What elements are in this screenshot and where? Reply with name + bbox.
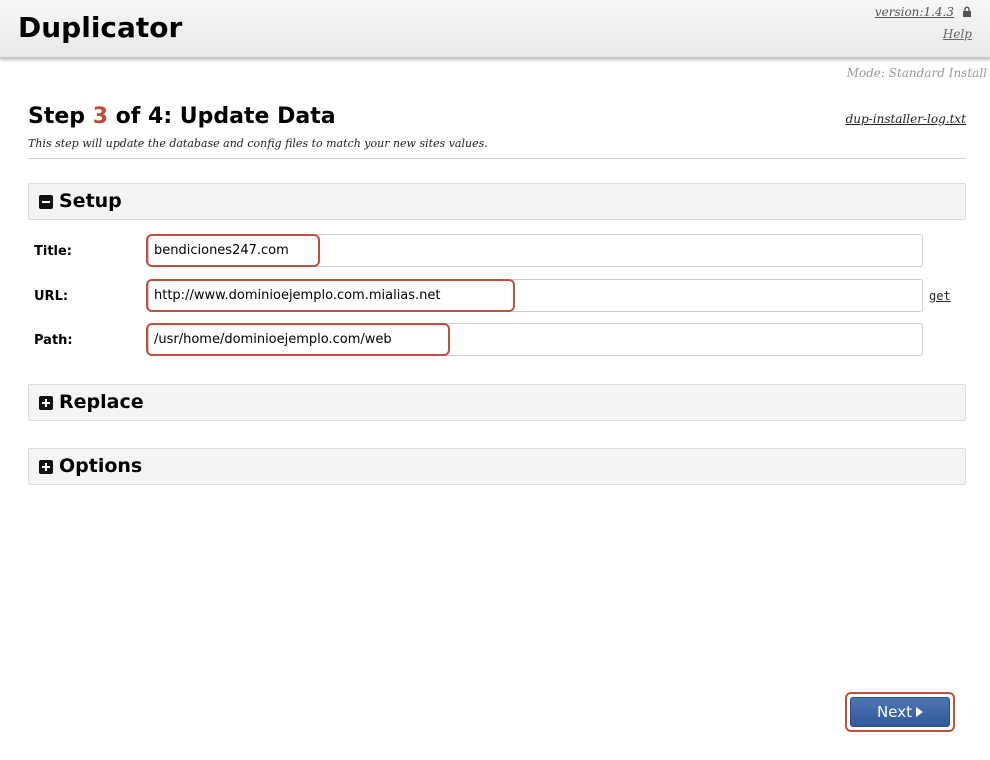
title-label: Title: [34,244,73,259]
section-options-toggle[interactable]: Options [28,448,966,485]
path-label: Path: [34,333,73,348]
next-button-label: Next [877,703,912,721]
version-link[interactable]: version:1.4.3 [875,5,954,19]
title-input[interactable] [148,234,923,267]
path-input[interactable] [148,323,923,356]
section-setup-label: Setup [59,190,122,212]
get-url-link[interactable]: get [929,289,951,303]
section-replace-label: Replace [59,391,144,413]
next-button-highlight: Next [845,692,955,732]
step-title: Step 3 of 4: Update Data [28,104,336,129]
plus-square-icon [39,460,53,474]
lock-icon [963,6,971,17]
install-mode-text: Mode: Standard Install [846,66,987,80]
step-number: 3 [92,104,109,129]
step-title-suffix: of 4: Update Data [108,104,336,129]
caret-right-icon [915,707,923,717]
section-setup-toggle[interactable]: Setup [28,183,966,220]
step-description: This step will update the database and c… [28,137,488,150]
installer-log-link[interactable]: dup-installer-log.txt [846,112,966,126]
minus-square-icon [39,195,53,209]
url-label: URL: [34,289,69,304]
help-link[interactable]: Help [943,27,972,41]
app-title: Duplicator [18,11,183,44]
title-divider [28,158,966,159]
header-bar: Duplicator version:1.4.3 Help [0,0,990,59]
url-input[interactable] [148,279,923,312]
step-title-prefix: Step [28,104,93,129]
section-options-label: Options [59,455,143,477]
next-button[interactable]: Next [850,697,950,727]
plus-square-icon [39,396,53,410]
section-replace-toggle[interactable]: Replace [28,384,966,421]
